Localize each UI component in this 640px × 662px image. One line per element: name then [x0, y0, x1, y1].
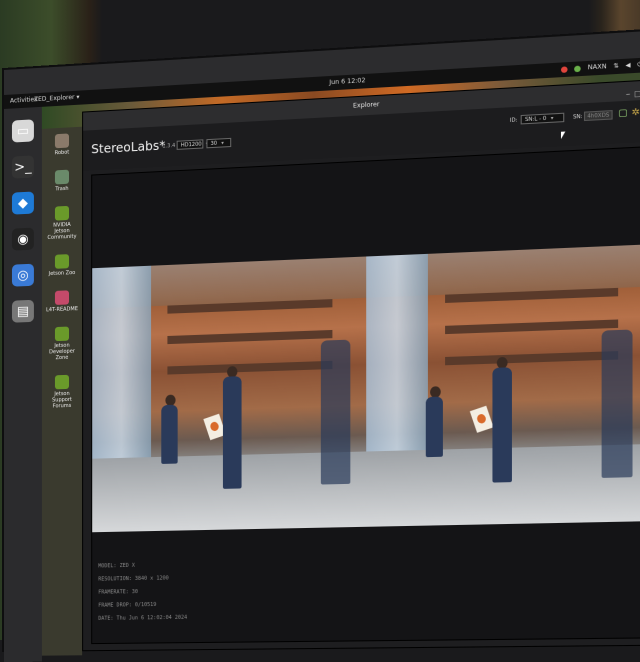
person: [425, 396, 443, 458]
vscode-icon[interactable]: ◆: [11, 191, 34, 215]
balcony: [445, 351, 619, 366]
monitor-screen: Activities ZED_Explorer ▾ Jun 6 12:02 NA…: [4, 30, 640, 662]
id-label: ID:: [509, 117, 518, 124]
terminal-icon-glyph: >_: [14, 159, 32, 175]
desktop-icons: Robot Trash NVIDIA Jetson Community Jetson …: [41, 126, 83, 656]
version-label: 1.3.4: [162, 142, 176, 150]
files-icon[interactable]: ▭: [11, 119, 34, 143]
desktop-item-label: L4T-README: [46, 306, 78, 314]
desktop-item[interactable]: Trash: [45, 169, 79, 193]
stereo-view: [92, 244, 640, 533]
video-viewer[interactable]: MODEL: ZED X RESOLUTION: 3840 x 1200 FRA…: [91, 145, 640, 645]
chevron-down-icon: ▾: [221, 140, 224, 147]
desktop-item[interactable]: NVIDIA Jetson Community: [45, 205, 79, 241]
settings-gear-icon[interactable]: ✲: [631, 108, 639, 119]
camera-id-select[interactable]: SN:L - 0 ▾: [520, 112, 565, 125]
glass-wall: [366, 253, 429, 460]
person-blurred: [320, 339, 351, 485]
chevron-down-icon: ▾: [550, 115, 554, 122]
record-icon[interactable]: [561, 66, 568, 73]
balcony: [167, 360, 333, 375]
folder-icon: [54, 290, 70, 305]
balcony: [445, 319, 619, 335]
desktop-item-label: Jetson Zoo: [48, 269, 76, 278]
chromium-icon-glyph: ◎: [17, 267, 29, 283]
person: [222, 376, 242, 489]
explorer-window: Explorer – □ × StereoLabs* 1.3.4 HD1200▾…: [82, 78, 640, 652]
info-frame-drop: FRAME DROP: 0/10519: [98, 601, 157, 609]
desktop-item[interactable]: Jetson Support Forums: [45, 374, 79, 410]
nvidia-icon: [54, 374, 70, 390]
window-title: Explorer: [352, 100, 380, 110]
desktop-item-label: NVIDIA Jetson Community: [47, 221, 77, 242]
terminal-icon[interactable]: >_: [11, 155, 34, 179]
drive-icon-glyph: ▤: [16, 303, 30, 320]
network-icon[interactable]: ⇅: [613, 59, 619, 74]
dock: ▭ >_ ◆ ◉ ◎ ▤: [4, 106, 42, 662]
glass-wall: [92, 265, 152, 467]
nvidia-icon: [54, 205, 70, 221]
framerate-value: 30: [210, 140, 218, 148]
info-resolution: RESOLUTION: 3840 x 1200: [98, 575, 169, 583]
right-camera-view: [366, 244, 640, 527]
framerate-select[interactable]: 30 ▾: [206, 137, 232, 149]
resolution-value: HD1200: [180, 141, 202, 149]
desktop-item-label: Jetson Developer Zone: [49, 342, 75, 362]
desktop-item[interactable]: Jetson Developer Zone: [45, 326, 79, 361]
info-date: DATE: Thu Jun 6 12:02:04 2024: [98, 614, 188, 622]
desktop-item-label: Trash: [55, 185, 69, 193]
desktop-item-label: Robot: [54, 149, 70, 157]
camera-id-value: SN:L - 0: [524, 115, 547, 124]
home-folder-icon: [54, 133, 70, 149]
balcony: [167, 329, 333, 345]
drive-icon[interactable]: ▤: [11, 299, 34, 323]
files-icon-glyph: ▭: [16, 123, 30, 139]
trash-icon: [54, 169, 70, 185]
serial-number-field[interactable]: 4h0XDS: [583, 110, 613, 122]
hand-sign: [469, 405, 494, 433]
obs-icon-glyph: ◉: [17, 231, 29, 247]
sn-label: SN:: [573, 113, 583, 121]
volume-icon[interactable]: ◀: [625, 58, 630, 73]
desktop-item[interactable]: Robot: [45, 133, 79, 157]
brand-title: StereoLabs*: [91, 138, 166, 157]
vscode-icon-glyph: ◆: [17, 195, 28, 211]
resolution-select[interactable]: HD1200▾: [176, 139, 208, 150]
info-framerate: FRAMERATE: 30: [98, 589, 138, 596]
desktop-item-label: Jetson Support Forums: [52, 390, 72, 410]
left-camera-view: [92, 256, 367, 533]
tray-label: NAXN: [587, 63, 607, 72]
mouse-cursor-icon: [560, 131, 566, 140]
record-button-icon[interactable]: ▢: [618, 108, 627, 119]
person-blurred: [601, 329, 633, 478]
desktop-item[interactable]: Jetson Zoo: [45, 254, 79, 278]
person: [161, 404, 178, 464]
nvidia-icon: [54, 254, 70, 269]
camera-info: MODEL: ZED X RESOLUTION: 3840 x 1200 FRA…: [98, 559, 187, 626]
desktop-item[interactable]: L4T-README: [45, 290, 79, 313]
person: [492, 367, 512, 483]
nvidia-icon: [54, 326, 70, 342]
nvidia-tray-icon[interactable]: [574, 65, 582, 73]
obs-icon[interactable]: ◉: [11, 227, 34, 251]
chromium-icon[interactable]: ◎: [11, 263, 34, 287]
